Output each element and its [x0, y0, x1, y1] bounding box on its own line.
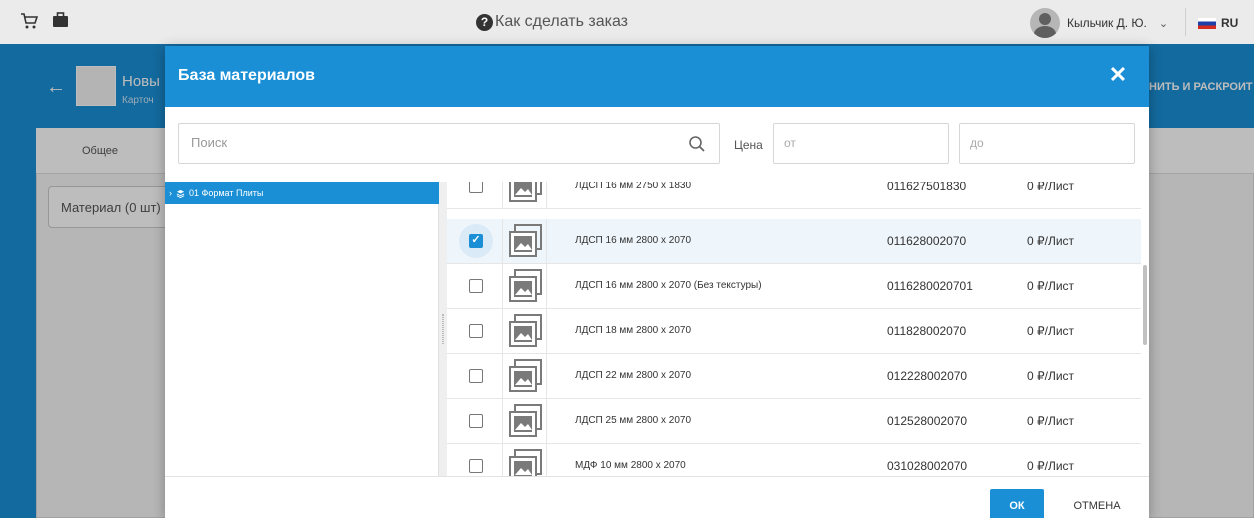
material-code: 011628002070	[887, 234, 967, 248]
row-checkbox[interactable]	[469, 182, 483, 193]
splitter-grip	[442, 314, 444, 344]
search-input[interactable]	[191, 135, 671, 150]
row-checkbox[interactable]	[469, 324, 483, 338]
thumbnail-cell	[502, 264, 547, 309]
material-price: 0 ₽/Лист	[1027, 234, 1075, 248]
material-price: 0 ₽/Лист	[1027, 324, 1075, 338]
thumbnail-cell	[502, 354, 547, 399]
tree-item-label: 01 Формат Плиты	[189, 188, 264, 198]
price-to-input[interactable]	[970, 136, 1120, 150]
material-code: 012228002070	[887, 369, 968, 383]
material-name: ЛДСП 16 мм 2800 x 2070 (Без текстуры)	[575, 280, 762, 291]
language-label: RU	[1221, 16, 1239, 30]
material-name: ЛДСП 16 мм 2800 x 2070	[575, 235, 692, 246]
help-icon: ?	[476, 13, 493, 31]
list-scrollbar[interactable]	[1143, 265, 1147, 345]
how-to-order-label: Как сделать заказ	[495, 13, 628, 30]
search-box	[178, 123, 720, 164]
material-price: 0 ₽/Лист	[1027, 279, 1075, 293]
image-placeholder-icon	[509, 449, 542, 476]
material-code: 011828002070	[887, 324, 967, 338]
material-code: 011627501830	[887, 182, 967, 193]
material-code: 012528002070	[887, 414, 968, 428]
divider	[1185, 8, 1186, 36]
price-label: Цена	[734, 138, 763, 152]
price-to-box	[959, 123, 1135, 164]
chevron-right-icon: ›	[169, 188, 172, 198]
list-item[interactable]: ЛДСП 25 мм 2800 x 2070 012528002070 0 ₽/…	[447, 399, 1141, 444]
material-code: 031028002070	[887, 459, 968, 473]
row-checkbox[interactable]	[469, 414, 483, 428]
user-menu[interactable]: Кыльчик Д. Ю. ⌄	[1030, 8, 1168, 38]
list-item[interactable]: ЛДСП 18 мм 2800 x 2070 011828002070 0 ₽/…	[447, 309, 1141, 354]
search-icon[interactable]	[688, 135, 706, 153]
row-checkbox[interactable]	[469, 369, 483, 383]
material-price: 0 ₽/Лист	[1027, 369, 1075, 383]
material-name: ЛДСП 18 мм 2800 x 2070	[575, 325, 692, 336]
layers-icon	[176, 189, 185, 198]
avatar	[1030, 8, 1060, 38]
thumbnail-cell	[502, 182, 547, 209]
list-item[interactable]: МДФ 10 мм 2800 x 2070 031028002070 0 ₽/Л…	[447, 444, 1141, 476]
material-name: ЛДСП 22 мм 2800 x 2070	[575, 370, 692, 381]
material-price: 0 ₽/Лист	[1027, 182, 1075, 193]
image-placeholder-icon	[509, 359, 542, 392]
thumbnail-cell	[502, 444, 547, 476]
thumbnail-cell	[502, 399, 547, 444]
material-name: ЛДСП 16 мм 2750 x 1830	[575, 182, 692, 191]
language-switcher[interactable]: RU	[1198, 16, 1238, 30]
briefcase-icon[interactable]	[52, 12, 69, 28]
image-placeholder-icon	[509, 182, 542, 202]
materials-dialog: База материалов ✕ Цена › 01 Формат Плиты	[165, 46, 1149, 518]
list-item[interactable]: ✓ ЛДСП 16 мм 2800 x 2070 011628002070 0 …	[447, 219, 1141, 264]
cancel-button[interactable]: ОТМЕНА	[1058, 489, 1136, 518]
material-price: 0 ₽/Лист	[1027, 414, 1075, 428]
list-item[interactable]: ЛДСП 22 мм 2800 x 2070 012228002070 0 ₽/…	[447, 354, 1141, 399]
price-from-input[interactable]	[784, 136, 934, 150]
list-item[interactable]: ЛДСП 16 мм 2800 x 2070 (Без текстуры) 01…	[447, 264, 1141, 309]
row-checkbox[interactable]	[469, 279, 483, 293]
cart-icon[interactable]	[20, 12, 38, 30]
row-checkbox[interactable]	[469, 459, 483, 473]
chevron-down-icon: ⌄	[1158, 17, 1169, 30]
close-icon[interactable]: ✕	[1106, 64, 1130, 88]
user-name: Кыльчик Д. Ю.	[1067, 16, 1147, 30]
thumbnail-cell	[502, 219, 547, 264]
dialog-title: База материалов	[178, 67, 316, 84]
material-name: МДФ 10 мм 2800 x 2070	[575, 460, 686, 471]
tree-item-formats[interactable]: › 01 Формат Плиты	[165, 182, 439, 204]
image-placeholder-icon	[509, 224, 542, 257]
image-placeholder-icon	[509, 404, 542, 437]
category-tree: › 01 Формат Плиты	[165, 182, 439, 476]
material-code: 0116280020701	[887, 279, 973, 293]
row-checkbox-checked[interactable]: ✓	[469, 234, 483, 248]
material-name: ЛДСП 25 мм 2800 x 2070	[575, 415, 692, 426]
thumbnail-cell	[502, 309, 547, 354]
flag-ru-icon	[1198, 17, 1216, 29]
top-bar: ? Как сделать заказ Кыльчик Д. Ю. ⌄ RU	[0, 0, 1254, 44]
how-to-order-link[interactable]: ? Как сделать заказ	[476, 13, 628, 31]
image-placeholder-icon	[509, 314, 542, 347]
ok-button[interactable]: ОК	[990, 489, 1044, 518]
material-price: 0 ₽/Лист	[1027, 459, 1075, 473]
image-placeholder-icon	[509, 269, 542, 302]
price-from-box	[773, 123, 949, 164]
list-item[interactable]: ЛДСП 16 мм 2750 x 1830 011627501830 0 ₽/…	[447, 182, 1141, 209]
dialog-header: База материалов ✕	[165, 46, 1149, 107]
materials-list: ЛДСП 16 мм 2750 x 1830 011627501830 0 ₽/…	[447, 182, 1141, 476]
